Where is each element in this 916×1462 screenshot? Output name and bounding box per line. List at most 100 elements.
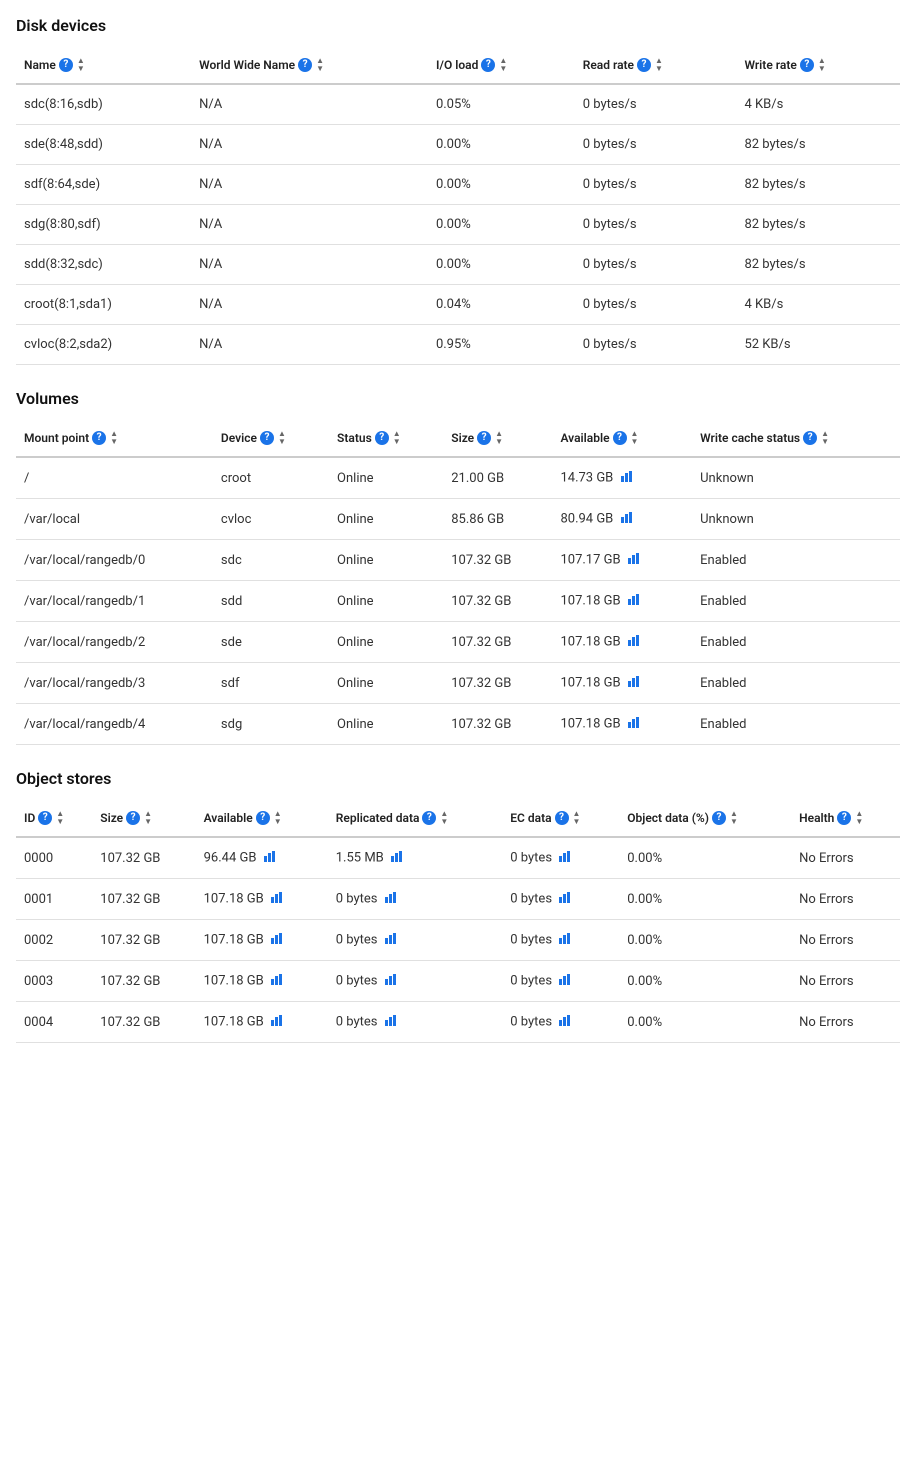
health-help-icon[interactable]: ?	[837, 811, 851, 825]
wwn-sort[interactable]: ▲▼	[316, 57, 324, 73]
status-help-icon[interactable]: ?	[375, 431, 389, 445]
vol-status: Online	[329, 499, 443, 540]
size-help-icon[interactable]: ?	[477, 431, 491, 445]
vol-status: Online	[329, 540, 443, 581]
vol-size: 21.00 GB	[443, 457, 552, 499]
ec-help-icon[interactable]: ?	[555, 811, 569, 825]
write-sort[interactable]: ▲▼	[818, 57, 826, 73]
rep-sort[interactable]: ▲▼	[440, 810, 448, 826]
id-help-icon[interactable]: ?	[38, 811, 52, 825]
available-sort[interactable]: ▲▼	[631, 430, 639, 446]
vol-device: croot	[213, 457, 329, 499]
col-health: Health ? ▲▼	[791, 800, 900, 837]
health-sort[interactable]: ▲▼	[855, 810, 863, 826]
chart-bar-icon[interactable]	[271, 891, 285, 907]
chart-bar-icon[interactable]	[271, 1014, 285, 1030]
disk-wwn: N/A	[191, 325, 428, 365]
chart-bar-icon[interactable]	[391, 850, 405, 866]
vol-available: 107.18 GB	[552, 622, 692, 663]
disk-read-rate: 0 bytes/s	[575, 125, 737, 165]
vol-status: Online	[329, 704, 443, 745]
read-sort[interactable]: ▲▼	[655, 57, 663, 73]
chart-bar-icon[interactable]	[628, 675, 642, 691]
disk-name: cvloc(8:2,sda2)	[16, 325, 191, 365]
name-help-icon[interactable]: ?	[59, 58, 73, 72]
vol-device: sdd	[213, 581, 329, 622]
os-ec-data: 0 bytes	[502, 920, 619, 961]
size-sort[interactable]: ▲▼	[495, 430, 503, 446]
disk-io-load: 0.00%	[428, 245, 575, 285]
chart-bar-icon[interactable]	[559, 891, 573, 907]
disk-read-rate: 0 bytes/s	[575, 285, 737, 325]
table-row: / croot Online 21.00 GB 14.73 GB Unknown	[16, 457, 900, 499]
os-avail-help-icon[interactable]: ?	[256, 811, 270, 825]
table-row: /var/local/rangedb/3 sdf Online 107.32 G…	[16, 663, 900, 704]
rep-help-icon[interactable]: ?	[422, 811, 436, 825]
chart-bar-icon[interactable]	[559, 973, 573, 989]
chart-bar-icon[interactable]	[264, 850, 278, 866]
vol-device: sdg	[213, 704, 329, 745]
io-help-icon[interactable]: ?	[481, 58, 495, 72]
col-id: ID ? ▲▼	[16, 800, 92, 837]
chart-bar-icon[interactable]	[621, 470, 635, 486]
chart-bar-icon[interactable]	[385, 891, 399, 907]
chart-bar-icon[interactable]	[385, 1014, 399, 1030]
mount-sort[interactable]: ▲▼	[110, 430, 118, 446]
write-help-icon[interactable]: ?	[800, 58, 814, 72]
disk-write-rate: 82 bytes/s	[736, 125, 900, 165]
name-sort[interactable]: ▲▼	[77, 57, 85, 73]
disk-write-rate: 4 KB/s	[736, 285, 900, 325]
disk-write-rate: 82 bytes/s	[736, 165, 900, 205]
table-row: 0003 107.32 GB 107.18 GB 0 bytes 0 bytes…	[16, 961, 900, 1002]
ec-sort[interactable]: ▲▼	[573, 810, 581, 826]
os-replicated-data: 0 bytes	[328, 1002, 503, 1043]
vol-mount-point: /var/local/rangedb/4	[16, 704, 213, 745]
od-sort[interactable]: ▲▼	[730, 810, 738, 826]
chart-bar-icon[interactable]	[628, 716, 642, 732]
chart-bar-icon[interactable]	[621, 511, 635, 527]
table-row: sde(8:48,sdd) N/A 0.00% 0 bytes/s 82 byt…	[16, 125, 900, 165]
table-row: 0001 107.32 GB 107.18 GB 0 bytes 0 bytes…	[16, 879, 900, 920]
chart-bar-icon[interactable]	[271, 973, 285, 989]
os-size-help-icon[interactable]: ?	[126, 811, 140, 825]
chart-bar-icon[interactable]	[559, 932, 573, 948]
status-sort[interactable]: ▲▼	[393, 430, 401, 446]
object-stores-title: Object stores	[16, 769, 900, 788]
os-available: 107.18 GB	[196, 879, 328, 920]
available-help-icon[interactable]: ?	[613, 431, 627, 445]
disk-io-load: 0.95%	[428, 325, 575, 365]
chart-bar-icon[interactable]	[385, 973, 399, 989]
id-sort[interactable]: ▲▼	[56, 810, 64, 826]
device-help-icon[interactable]: ?	[260, 431, 274, 445]
os-size-sort[interactable]: ▲▼	[144, 810, 152, 826]
io-sort[interactable]: ▲▼	[499, 57, 507, 73]
read-help-icon[interactable]: ?	[637, 58, 651, 72]
table-row: /var/local/rangedb/0 sdc Online 107.32 G…	[16, 540, 900, 581]
vol-device: sde	[213, 622, 329, 663]
chart-bar-icon[interactable]	[385, 932, 399, 948]
disk-wwn: N/A	[191, 84, 428, 125]
chart-bar-icon[interactable]	[628, 552, 642, 568]
disk-name: croot(8:1,sda1)	[16, 285, 191, 325]
chart-bar-icon[interactable]	[271, 932, 285, 948]
mount-help-icon[interactable]: ?	[92, 431, 106, 445]
chart-bar-icon[interactable]	[628, 593, 642, 609]
vol-size: 107.32 GB	[443, 704, 552, 745]
object-stores-table: ID ? ▲▼ Size ? ▲▼ Available ?	[16, 800, 900, 1043]
disk-read-rate: 0 bytes/s	[575, 325, 737, 365]
disk-write-rate: 4 KB/s	[736, 84, 900, 125]
wcs-help-icon[interactable]: ?	[803, 431, 817, 445]
vol-available: 107.18 GB	[552, 581, 692, 622]
os-ec-data: 0 bytes	[502, 837, 619, 879]
wwn-help-icon[interactable]: ?	[298, 58, 312, 72]
chart-bar-icon[interactable]	[559, 850, 573, 866]
od-help-icon[interactable]: ?	[712, 811, 726, 825]
device-sort[interactable]: ▲▼	[278, 430, 286, 446]
vol-mount-point: /var/local	[16, 499, 213, 540]
wcs-sort[interactable]: ▲▼	[821, 430, 829, 446]
col-write-cache-status: Write cache status ? ▲▼	[692, 420, 900, 457]
os-avail-sort[interactable]: ▲▼	[274, 810, 282, 826]
table-row: /var/local cvloc Online 85.86 GB 80.94 G…	[16, 499, 900, 540]
chart-bar-icon[interactable]	[628, 634, 642, 650]
chart-bar-icon[interactable]	[559, 1014, 573, 1030]
